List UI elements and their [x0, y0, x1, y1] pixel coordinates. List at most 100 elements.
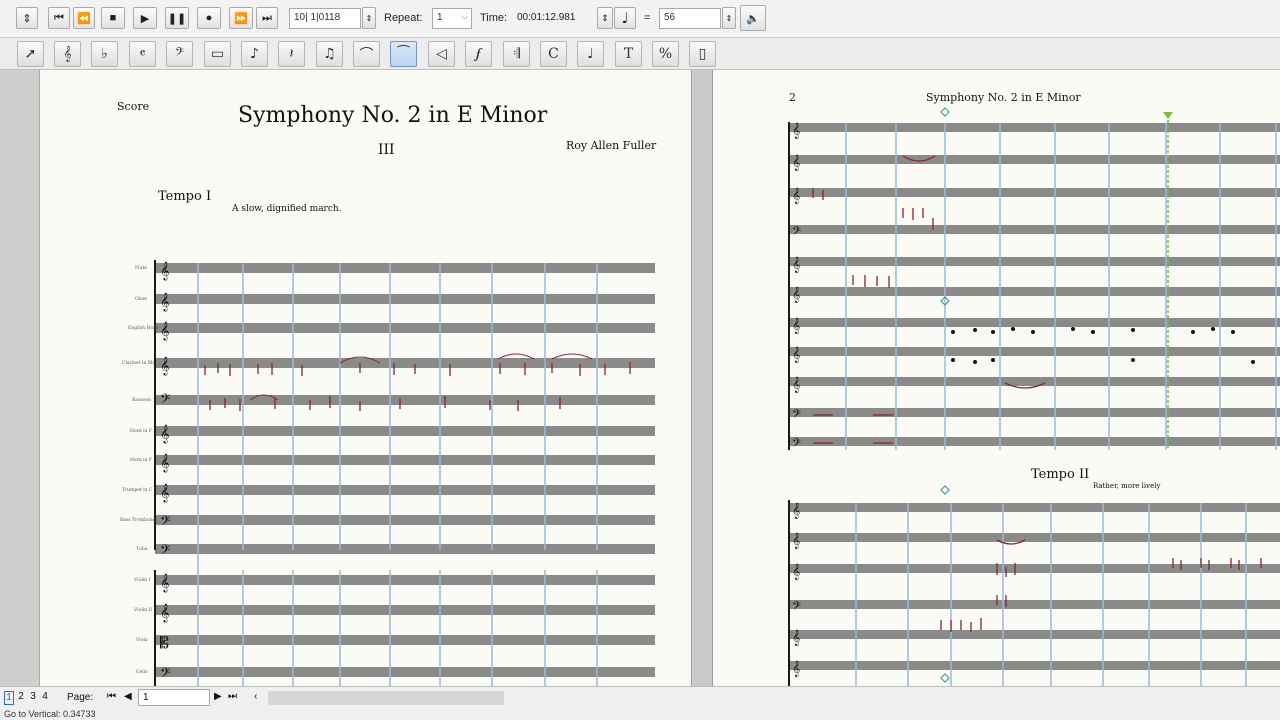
- speaker-icon[interactable]: 🔈: [740, 5, 766, 31]
- transport-toolbar: ⇕ ⏮ ⏪ ■ ▶ ❚❚ ● ⏩ ⏭ 10| 1|0118 ⇕ Repeat: …: [0, 0, 1280, 38]
- black-notes-2: [951, 327, 1255, 364]
- svg-text:𝄞: 𝄞: [160, 292, 169, 312]
- svg-text:𝄢: 𝄢: [160, 665, 170, 684]
- first-page-icon[interactable]: ⏮: [107, 691, 116, 702]
- key-signature-tool-icon[interactable]: ♭: [91, 41, 118, 67]
- svg-text:𝄢: 𝄢: [792, 437, 801, 453]
- rewind-button[interactable]: ⏪: [73, 7, 95, 29]
- horizontal-scrollbar[interactable]: [268, 691, 504, 705]
- score-page-2[interactable]: 2 Symphony No. 2 in E Minor Tempo II Rat…: [712, 70, 1280, 686]
- clef-tool-icon[interactable]: 𝄢: [166, 41, 193, 67]
- page-tab-1[interactable]: 1: [4, 691, 14, 705]
- svg-text:Violin I: Violin I: [133, 577, 151, 583]
- svg-text:𝄞: 𝄞: [160, 356, 169, 376]
- svg-text:𝄢: 𝄢: [160, 513, 170, 532]
- page-tab-2[interactable]: 2: [16, 691, 26, 705]
- record-button[interactable]: ●: [197, 7, 221, 29]
- svg-text:𝄞: 𝄞: [792, 188, 800, 204]
- svg-text:𝄢: 𝄢: [160, 542, 170, 561]
- stop-button[interactable]: ■: [101, 7, 125, 29]
- location-spinner[interactable]: ⇕: [362, 7, 376, 29]
- repeat-label: Repeat:: [384, 12, 423, 24]
- svg-text:𝄞: 𝄞: [792, 377, 800, 393]
- fast-forward-button[interactable]: ⏩: [229, 7, 253, 29]
- pause-button[interactable]: ❚❚: [165, 7, 189, 29]
- page-2-staves: 𝄞 𝄞 𝄞 𝄢 𝄞 𝄞 𝄞 𝄞 𝄞 𝄢 𝄢 𝄞 𝄞 𝄞 𝄢 𝄞 𝄞: [788, 107, 1280, 686]
- tool-palette: ➚ 𝄞 ♭ 𝄴 𝄢 ▭ ♪ 𝄽 ♫ ⌒ ⁀ ◁ 𝆑 𝄇 C ♩ T % ▯: [0, 38, 1280, 70]
- svg-text:English Horn: English Horn: [128, 325, 158, 331]
- resize-tool-icon[interactable]: %: [652, 41, 679, 67]
- page-number-field[interactable]: 1: [138, 689, 210, 706]
- spin-updown-icon[interactable]: ⇕: [16, 7, 38, 29]
- dynamics-expression-icon[interactable]: 𝆑: [465, 41, 492, 67]
- svg-text:𝄢: 𝄢: [792, 408, 801, 424]
- svg-text:𝄞: 𝄞: [792, 155, 800, 171]
- tempo-note-spinner[interactable]: ⇕: [597, 7, 613, 29]
- svg-text:𝄞: 𝄞: [792, 661, 800, 677]
- tempo-field[interactable]: 56: [659, 8, 721, 29]
- svg-text:Clarinet in Bb: Clarinet in Bb: [122, 360, 154, 366]
- simple-entry-note-icon[interactable]: ♪: [241, 41, 268, 67]
- svg-text:𝄞: 𝄞: [792, 533, 800, 549]
- play-button[interactable]: ▶: [133, 7, 157, 29]
- svg-text:𝄞: 𝄞: [792, 287, 800, 303]
- svg-text:𝄞: 𝄞: [160, 573, 169, 593]
- text-tool-icon[interactable]: T: [615, 41, 642, 67]
- staff-systems: [155, 263, 655, 677]
- svg-text:𝄞: 𝄞: [792, 503, 800, 519]
- location-field[interactable]: 10| 1|0118: [289, 8, 361, 29]
- staff-systems-2: [789, 123, 1280, 670]
- svg-text:Bassoon: Bassoon: [132, 397, 151, 403]
- score-page-1[interactable]: Score Symphony No. 2 in E Minor III Roy …: [40, 70, 692, 686]
- next-page-icon[interactable]: ▶: [214, 691, 222, 702]
- last-page-icon[interactable]: ⏭: [228, 691, 237, 702]
- hairpin-tool-icon[interactable]: ◁: [428, 41, 455, 67]
- page-layout-tool-icon[interactable]: ▯: [689, 41, 716, 67]
- score-viewport[interactable]: Score Symphony No. 2 in E Minor III Roy …: [0, 70, 1280, 686]
- rewind-start-button[interactable]: ⏮: [48, 7, 70, 29]
- svg-text:𝄞: 𝄞: [160, 321, 169, 341]
- svg-text:Viola: Viola: [135, 637, 148, 643]
- slur-tool-icon[interactable]: ⁀: [390, 41, 417, 67]
- time-value: 00:01:12.981: [517, 12, 576, 23]
- forward-end-button[interactable]: ⏭: [256, 7, 278, 29]
- smart-shape-tool-icon[interactable]: ⌒: [353, 41, 380, 67]
- page-label: Page:: [67, 692, 94, 703]
- selection-tool-arrow-icon[interactable]: ➚: [17, 41, 44, 67]
- equals-sign: =: [644, 12, 651, 24]
- quarter-note-icon[interactable]: ♩: [614, 7, 636, 29]
- svg-text:Oboe: Oboe: [135, 296, 147, 302]
- repeat-select[interactable]: 1 ⌵: [432, 8, 472, 29]
- svg-text:𝄞: 𝄞: [792, 257, 800, 273]
- playback-cursor-marker: [1163, 112, 1173, 119]
- svg-text:𝄞: 𝄞: [792, 347, 800, 363]
- time-signature-tool-icon[interactable]: 𝄴: [129, 41, 156, 67]
- tuplet-tool-icon[interactable]: ♫: [316, 41, 343, 67]
- staff-tool-icon[interactable]: 𝄞: [54, 41, 81, 67]
- svg-text:𝄞: 𝄞: [792, 564, 800, 580]
- prev-page-icon[interactable]: ◀: [124, 691, 132, 702]
- svg-text:𝄢: 𝄢: [792, 600, 801, 616]
- page-gap: [693, 70, 712, 686]
- instrument-labels: Flute Oboe English Horn Clarinet in Bb Bass…: [120, 265, 158, 675]
- status-bar: 1 2 3 4 Page: ⏮ ◀ 1 ▶ ⏭ ‹ Go to Vertical…: [0, 686, 1280, 720]
- measure-tool-icon[interactable]: ▭: [204, 41, 231, 67]
- tempo-spinner[interactable]: ⇕: [722, 7, 736, 29]
- chevron-down-icon: ⌵: [461, 12, 468, 21]
- svg-text:Violin II: Violin II: [133, 607, 152, 613]
- chord-tool-icon[interactable]: C: [540, 41, 567, 67]
- svg-text:𝄞: 𝄞: [792, 630, 800, 646]
- svg-text:𝄡: 𝄡: [160, 633, 169, 652]
- svg-text:𝄞: 𝄞: [160, 603, 169, 623]
- lyrics-tool-icon[interactable]: ♩: [577, 41, 604, 67]
- repeat-tool-icon[interactable]: 𝄇: [503, 41, 530, 67]
- svg-text:𝄞: 𝄞: [160, 483, 169, 503]
- page-tab-3[interactable]: 3: [28, 691, 38, 705]
- clefs: 𝄞 𝄞 𝄞 𝄞 𝄢 𝄞 𝄞 𝄞 𝄢 𝄢 𝄞 𝄞 𝄡 𝄢: [160, 261, 170, 684]
- svg-text:Trumpet in C: Trumpet in C: [122, 487, 153, 493]
- svg-text:Bass Trombone: Bass Trombone: [120, 517, 156, 523]
- svg-text:𝄞: 𝄞: [160, 424, 169, 444]
- scroll-left-icon[interactable]: ‹: [254, 691, 257, 702]
- rest-tool-icon[interactable]: 𝄽: [278, 41, 305, 67]
- page-tab-4[interactable]: 4: [40, 691, 50, 705]
